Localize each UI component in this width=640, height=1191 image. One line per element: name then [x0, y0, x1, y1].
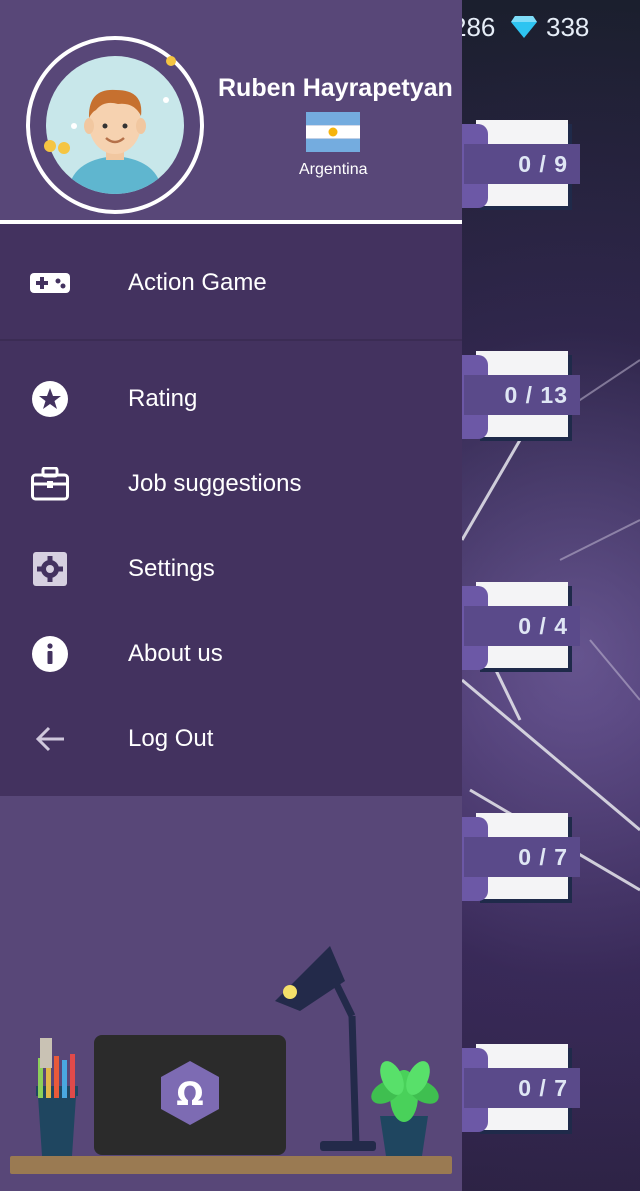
menu-item-about-us[interactable]: About us — [0, 614, 462, 694]
gems-count: 338 — [546, 12, 590, 42]
gem-icon — [511, 16, 537, 38]
menu-item-rating[interactable]: Rating — [0, 359, 462, 439]
menu-item-action-game[interactable]: Action Game — [0, 243, 462, 323]
desk-illustration: Ω — [10, 946, 452, 1174]
level-card[interactable]: 0 / 13 — [462, 351, 580, 439]
info-icon — [30, 634, 70, 674]
level-progress: 0 / 4 — [464, 606, 580, 646]
navigation-drawer: Ruben Hayrapetyan Argentina Action Game — [0, 0, 462, 1191]
svg-text:Ω: Ω — [176, 1075, 203, 1113]
plant-icon — [371, 1061, 439, 1156]
laptop-icon: Ω — [94, 1035, 286, 1155]
lamp-icon — [275, 946, 376, 1151]
level-progress: 0 / 9 — [464, 144, 580, 184]
level-card[interactable]: 0 / 7 — [462, 1044, 580, 1132]
user-country: Argentina — [299, 161, 368, 178]
level-progress: 0 / 7 — [464, 1068, 580, 1108]
menu-item-label: Log Out — [128, 725, 214, 752]
arrow-left-icon — [30, 719, 70, 759]
avatar[interactable] — [26, 36, 204, 214]
menu-item-label: Rating — [128, 385, 198, 412]
menu-item-log-out[interactable]: Log Out — [0, 699, 462, 779]
level-progress: 0 / 7 — [464, 837, 580, 877]
menu-item-label: About us — [128, 640, 223, 667]
user-name: Ruben Hayrapetyan — [218, 74, 453, 102]
level-card[interactable]: 0 / 9 — [462, 120, 580, 208]
argentina-flag-icon — [306, 112, 360, 152]
level-card[interactable]: 0 / 7 — [462, 813, 580, 901]
menu-item-job-suggestions[interactable]: Job suggestions — [0, 444, 462, 524]
briefcase-icon — [30, 464, 70, 504]
user-avatar-icon — [58, 89, 169, 194]
level-card[interactable]: 0 / 4 — [462, 582, 580, 670]
menu-item-label: Action Game — [128, 269, 267, 296]
menu-item-label: Job suggestions — [128, 470, 302, 497]
menu-item-label: Settings — [128, 555, 215, 582]
gear-icon — [30, 549, 70, 589]
drawer-menu: Action Game Rating Job suggestions Setti… — [0, 224, 462, 796]
star-icon — [30, 379, 70, 419]
menu-divider — [0, 339, 462, 341]
profile-header: Ruben Hayrapetyan Argentina — [0, 0, 462, 224]
pencil-cup-icon — [36, 1038, 78, 1156]
gamepad-icon — [30, 263, 70, 303]
menu-item-settings[interactable]: Settings — [0, 529, 462, 609]
level-progress: 0 / 13 — [464, 375, 580, 415]
